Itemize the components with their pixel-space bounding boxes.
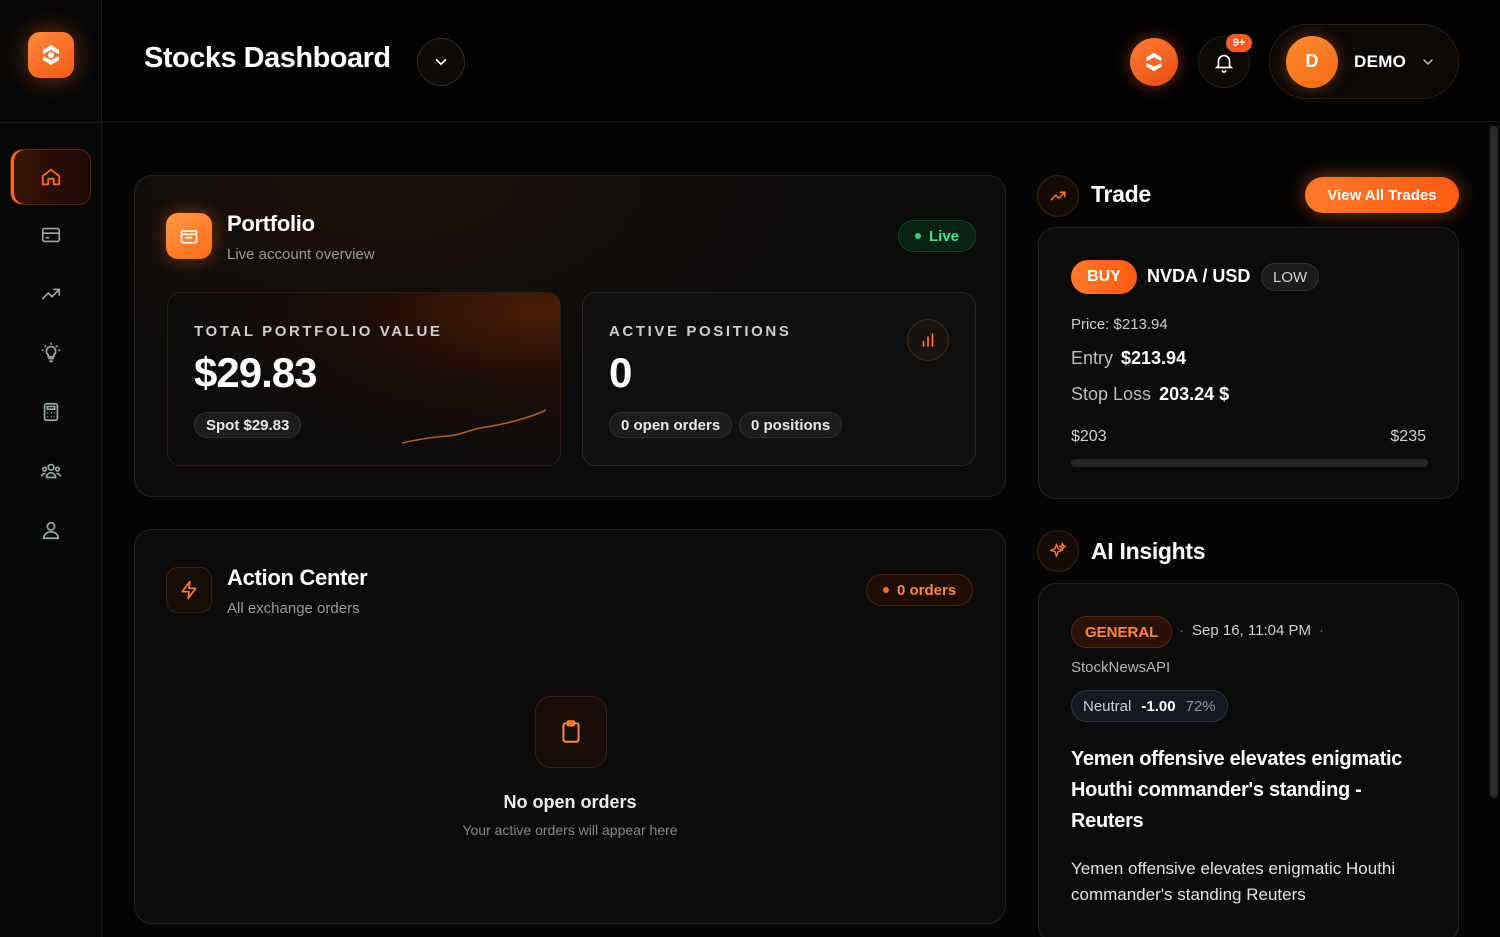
range-high: $235 (1390, 428, 1426, 445)
avatar: D (1286, 35, 1338, 88)
trending-up-icon (1037, 175, 1079, 217)
action-center-title: Action Center (227, 565, 368, 590)
insight-description: Yemen offensive elevates enigmatic Houth… (1071, 859, 1396, 904)
insight-date: · Sep 16, 11:04 PM · (1179, 622, 1324, 639)
wallet-icon (166, 213, 212, 259)
sentiment-badge: Neutral -1.00 72% (1071, 690, 1228, 722)
home-icon (41, 168, 60, 186)
top-header: Stocks Dashboard 9+ D DEMO (102, 0, 1500, 122)
lightbulb-icon (41, 342, 60, 363)
insight-source: StockNewsAPI (1071, 659, 1171, 676)
trade-title: Trade (1091, 181, 1151, 207)
spot-value-chip: Spot $29.83 (194, 412, 302, 438)
user-icon (42, 521, 59, 540)
brand-logo-icon (1146, 52, 1162, 72)
risk-badge: LOW (1261, 263, 1320, 291)
users-icon (40, 463, 61, 479)
live-status-badge: Live (898, 220, 977, 252)
insight-headline[interactable]: Yemen offensive elevates enigmatic Houth… (1071, 744, 1421, 837)
sentiment-label: Neutral (1083, 697, 1132, 715)
sentiment-confidence: 72% (1185, 697, 1216, 715)
app-logo[interactable] (28, 32, 74, 78)
sidebar-item-cards[interactable] (10, 207, 91, 263)
total-portfolio-value-card: TOTAL PORTFOLIO VALUE $29.83 Spot $29.83 (167, 292, 561, 466)
calculator-icon (43, 402, 58, 422)
empty-state-subtitle: Your active orders will appear here (462, 822, 678, 838)
dashboard-switcher-button[interactable] (417, 38, 465, 86)
brand-button[interactable] (1130, 38, 1178, 86)
insight-date-text: Sep 16, 11:04 PM (1192, 622, 1311, 639)
page-scrollbar[interactable] (1490, 126, 1498, 798)
notification-count-badge: 9+ (1226, 34, 1252, 52)
active-positions-card: ACTIVE POSITIONS 0 0 open orders 0 posit… (582, 292, 976, 466)
live-dot-icon (915, 233, 921, 239)
chevron-down-icon (435, 58, 447, 66)
separator-dot-icon: · (1179, 622, 1184, 639)
sidebar-divider (0, 122, 102, 123)
page-title: Stocks Dashboard (144, 42, 391, 74)
sparkles-icon (1037, 530, 1079, 572)
sidebar-item-profile[interactable] (10, 502, 91, 558)
orders-count-badge: 0 orders (866, 574, 974, 606)
bell-icon (1214, 54, 1234, 73)
ai-insights-title: AI Insights (1091, 538, 1206, 564)
trade-pair: NVDA / USD (1147, 266, 1251, 286)
stop-loss-value: 203.24 $ (1159, 384, 1230, 404)
clipboard-icon (535, 696, 607, 768)
separator-dot-icon: · (1318, 622, 1324, 639)
total-value: $29.83 (194, 349, 317, 396)
active-positions-label: ACTIVE POSITIONS (609, 323, 792, 340)
live-status-label: Live (929, 227, 960, 245)
stop-loss-label: Stop Loss (1071, 384, 1152, 404)
user-name: DEMO (1354, 51, 1407, 71)
total-value-label: TOTAL PORTFOLIO VALUE (194, 323, 443, 340)
view-all-trades-button[interactable]: View All Trades (1305, 177, 1459, 213)
ai-insight-card[interactable]: GENERAL · Sep 16, 11:04 PM · StockNewsAPI … (1038, 583, 1459, 937)
orders-dot-icon (883, 587, 889, 593)
credit-card-icon (41, 227, 60, 243)
sparkline-chart (401, 409, 547, 444)
action-center-subtitle: All exchange orders (227, 600, 360, 617)
lightning-icon (166, 567, 212, 613)
app-root: Stocks Dashboard 9+ D DEMO Portfolio Liv… (0, 0, 1500, 937)
sidebar-item-insights[interactable] (10, 325, 91, 381)
open-orders-chip: 0 open orders (609, 412, 733, 438)
active-positions-value: 0 (609, 349, 632, 396)
sidebar (0, 0, 102, 937)
insight-category-tag: GENERAL (1071, 616, 1173, 648)
trade-card[interactable]: BUY NVDA / USD LOW Price: $213.94 Entry $… (1038, 227, 1459, 499)
portfolio-subtitle: Live account overview (227, 246, 375, 263)
sidebar-item-home[interactable] (10, 149, 91, 205)
range-low: $203 (1071, 428, 1107, 445)
bar-chart-icon (907, 319, 949, 361)
entry-value: $213.94 (1121, 348, 1187, 368)
portfolio-card: Portfolio Live account overview Live TOT… (134, 175, 1006, 497)
trending-up-icon (41, 288, 60, 300)
stop-loss-row: Stop Loss 203.24 $ (1071, 384, 1229, 405)
portfolio-title: Portfolio (227, 211, 315, 236)
entry-label: Entry (1071, 348, 1114, 368)
sidebar-item-calculator[interactable] (10, 384, 91, 440)
trade-price: Price: $213.94 (1071, 316, 1168, 333)
sidebar-item-trades[interactable] (10, 266, 91, 322)
entry-row: Entry $213.94 (1071, 348, 1186, 369)
orders-count-label: 0 orders (897, 581, 957, 599)
sidebar-item-community[interactable] (10, 443, 91, 499)
trade-side-badge: BUY (1071, 260, 1137, 294)
price-range-bar (1071, 459, 1428, 467)
chevron-down-icon (1423, 58, 1433, 65)
brand-logo-icon (43, 45, 59, 65)
sentiment-score: -1.00 (1141, 697, 1176, 715)
positions-chip: 0 positions (739, 412, 843, 438)
action-center-card: Action Center All exchange orders 0 orde… (134, 529, 1006, 924)
empty-state-title: No open orders (503, 792, 637, 812)
user-menu[interactable]: D DEMO (1269, 24, 1459, 99)
